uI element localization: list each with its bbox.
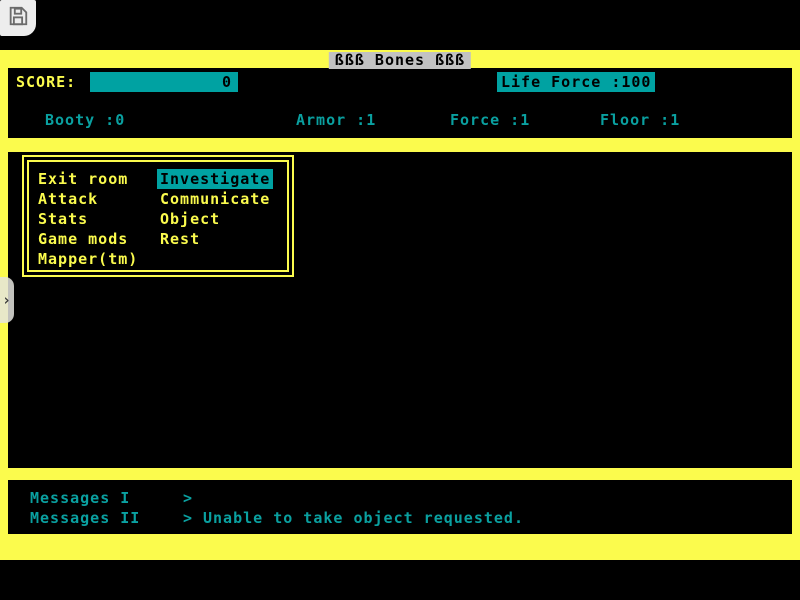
menu-column-right: Investigate Communicate Object Rest: [160, 169, 273, 249]
command-menu-inner: Exit room Attack Stats Game mods Mapper(…: [27, 160, 289, 272]
menu-item-stats[interactable]: Stats: [38, 209, 138, 229]
menu-item-rest[interactable]: Rest: [160, 229, 273, 249]
menu-item-object[interactable]: Object: [160, 209, 273, 229]
stat-armor: Armor :1: [296, 110, 376, 130]
stat-floor: Floor :1: [600, 110, 680, 130]
message-2-prompt: >: [183, 508, 193, 528]
stat-booty: Booty :0: [45, 110, 125, 130]
menu-item-exit-room[interactable]: Exit room: [38, 169, 138, 189]
message-1-prompt: >: [183, 488, 193, 508]
menu-item-communicate[interactable]: Communicate: [160, 189, 273, 209]
menu-column-left: Exit room Attack Stats Game mods Mapper(…: [38, 169, 138, 269]
messages-panel: Messages I > Messages II > Unable to tak…: [8, 480, 792, 534]
message-1-label: Messages I: [30, 488, 130, 508]
menu-item-game-mods[interactable]: Game mods: [38, 229, 138, 249]
message-2-label: Messages II: [30, 508, 140, 528]
save-button[interactable]: [0, 0, 36, 36]
message-2-text: Unable to take object requested.: [203, 508, 524, 528]
game-frame: ßßß Bones ßßß SCORE: 0 Life Force :100 B…: [0, 50, 800, 560]
game-screen: › ßßß Bones ßßß SCORE: 0 Life Force :100…: [0, 0, 800, 600]
menu-item-mapper[interactable]: Mapper(tm): [38, 249, 138, 269]
score-label: SCORE:: [16, 72, 76, 92]
menu-item-investigate[interactable]: Investigate: [157, 169, 273, 189]
menu-item-attack[interactable]: Attack: [38, 189, 138, 209]
score-bar: 0: [90, 72, 238, 92]
viewport-panel: Exit room Attack Stats Game mods Mapper(…: [8, 152, 792, 468]
command-menu: Exit room Attack Stats Game mods Mapper(…: [22, 155, 294, 277]
game-title: ßßß Bones ßßß: [329, 52, 471, 69]
chevron-right-icon: ›: [2, 291, 12, 309]
hud-panel: SCORE: 0 Life Force :100 Booty :0 Armor …: [8, 68, 792, 138]
life-force-indicator: Life Force :100: [497, 72, 655, 92]
floppy-disk-icon: [7, 5, 29, 31]
stat-force: Force :1: [450, 110, 530, 130]
drawer-toggle[interactable]: ›: [0, 277, 14, 323]
